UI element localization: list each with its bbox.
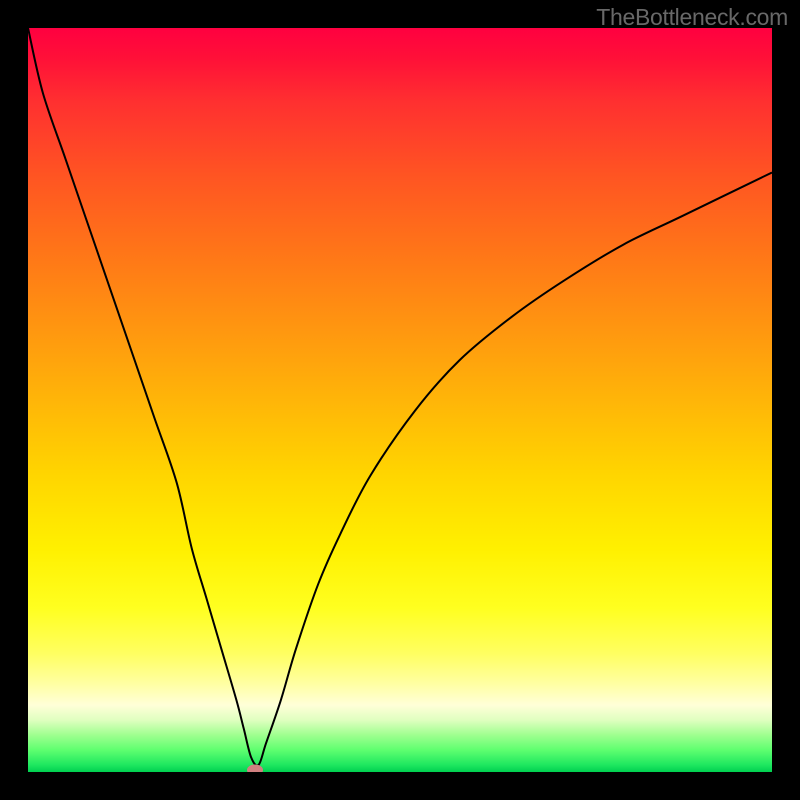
bottleneck-curve: [28, 28, 772, 772]
chart-plot-area: [28, 28, 772, 772]
minimum-marker: [247, 764, 263, 772]
watermark-text: TheBottleneck.com: [596, 4, 788, 31]
